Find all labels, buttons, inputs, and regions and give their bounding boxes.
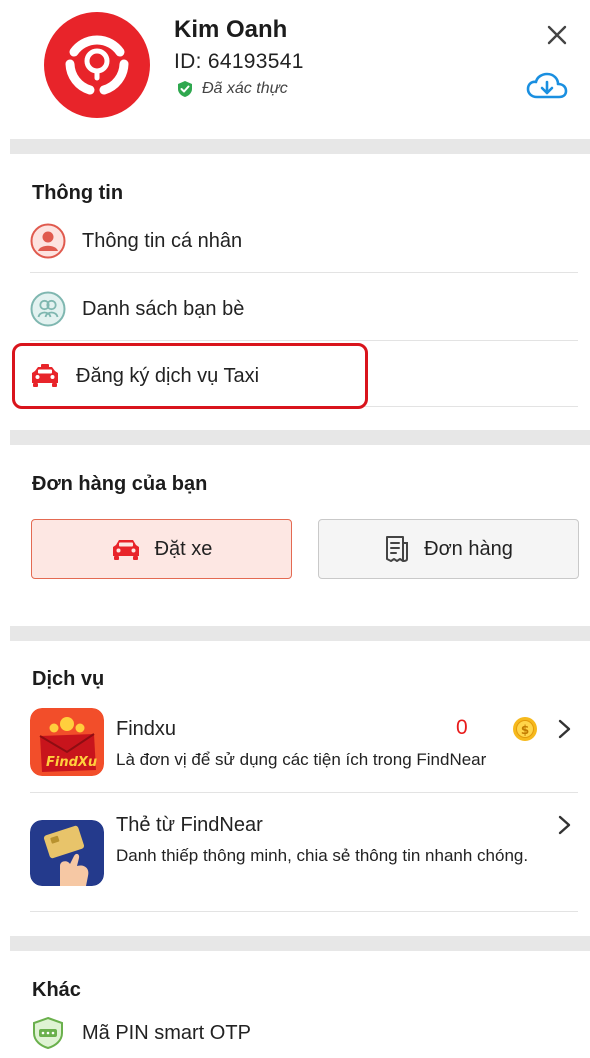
section-divider (10, 139, 590, 154)
menu-item-label: Danh sách bạn bè (82, 297, 245, 320)
menu-item-label: Thông tin cá nhân (82, 229, 243, 252)
service-name: Findxu (116, 718, 177, 740)
orders-button[interactable]: Đơn hàng (318, 519, 579, 579)
service-description: Danh thiếp thông minh, chia sẻ thông tin… (116, 846, 529, 865)
user-circle-icon (30, 223, 66, 259)
findxu-coin-value: 0 (456, 716, 468, 739)
verified-label: Đã xác thực (202, 80, 288, 97)
orders-label: Đơn hàng (424, 537, 513, 560)
highlight-box (12, 343, 368, 409)
cloud-download-icon[interactable] (526, 72, 568, 102)
car-icon (112, 540, 139, 560)
coin-icon: $ (513, 717, 537, 741)
friends-icon (30, 291, 66, 327)
section-divider (10, 626, 590, 641)
profile-header: Kim Oanh ID: 64193541 Đã xác thực (0, 0, 590, 138)
verified-badge: Đã xác thực (176, 80, 288, 98)
findnear-logo-icon (65, 35, 129, 95)
book-car-label: Đặt xe (154, 537, 213, 560)
book-car-button[interactable]: Đặt xe (31, 519, 292, 579)
row-separator (30, 272, 578, 273)
section-title-services: Dịch vụ (32, 668, 105, 690)
menu-item-personal-info[interactable]: Thông tin cá nhân (30, 208, 578, 274)
svg-text:$: $ (521, 723, 529, 737)
pin-shield-icon (33, 1016, 63, 1050)
verified-check-icon (178, 81, 192, 97)
row-separator (30, 792, 578, 793)
profile-name: Kim Oanh (174, 16, 288, 43)
menu-item-smart-otp[interactable]: Mã PIN smart OTP (30, 1016, 251, 1050)
service-description: Là đơn vị để sử dụng các tiện ích trong … (116, 750, 487, 769)
close-icon[interactable] (544, 22, 570, 48)
service-name: Thẻ từ FindNear (116, 814, 263, 836)
section-title-info: Thông tin (32, 182, 124, 204)
svg-text:FindXu: FindXu (46, 755, 97, 770)
row-separator (30, 340, 578, 341)
profile-id: ID: 64193541 (174, 50, 304, 73)
findnear-card-app-icon (30, 820, 104, 886)
avatar[interactable] (44, 12, 150, 118)
chevron-right-icon (558, 719, 571, 739)
section-title-other: Khác (32, 979, 81, 1001)
service-item-findnear-card[interactable]: Thẻ từ FindNear Danh thiếp thông minh, c… (30, 812, 578, 910)
section-divider (10, 430, 590, 445)
section-title-orders: Đơn hàng của bạn (32, 473, 208, 495)
service-item-findxu[interactable]: FindXu Findxu Là đơn vị để sử dụng các t… (30, 708, 578, 792)
section-divider (10, 936, 590, 951)
findxu-app-icon: FindXu (30, 708, 104, 776)
receipt-icon (386, 536, 409, 562)
menu-item-label: Mã PIN smart OTP (82, 1021, 251, 1044)
row-separator (30, 911, 578, 912)
menu-item-friends[interactable]: Danh sách bạn bè (30, 276, 578, 342)
chevron-right-icon (558, 815, 571, 835)
